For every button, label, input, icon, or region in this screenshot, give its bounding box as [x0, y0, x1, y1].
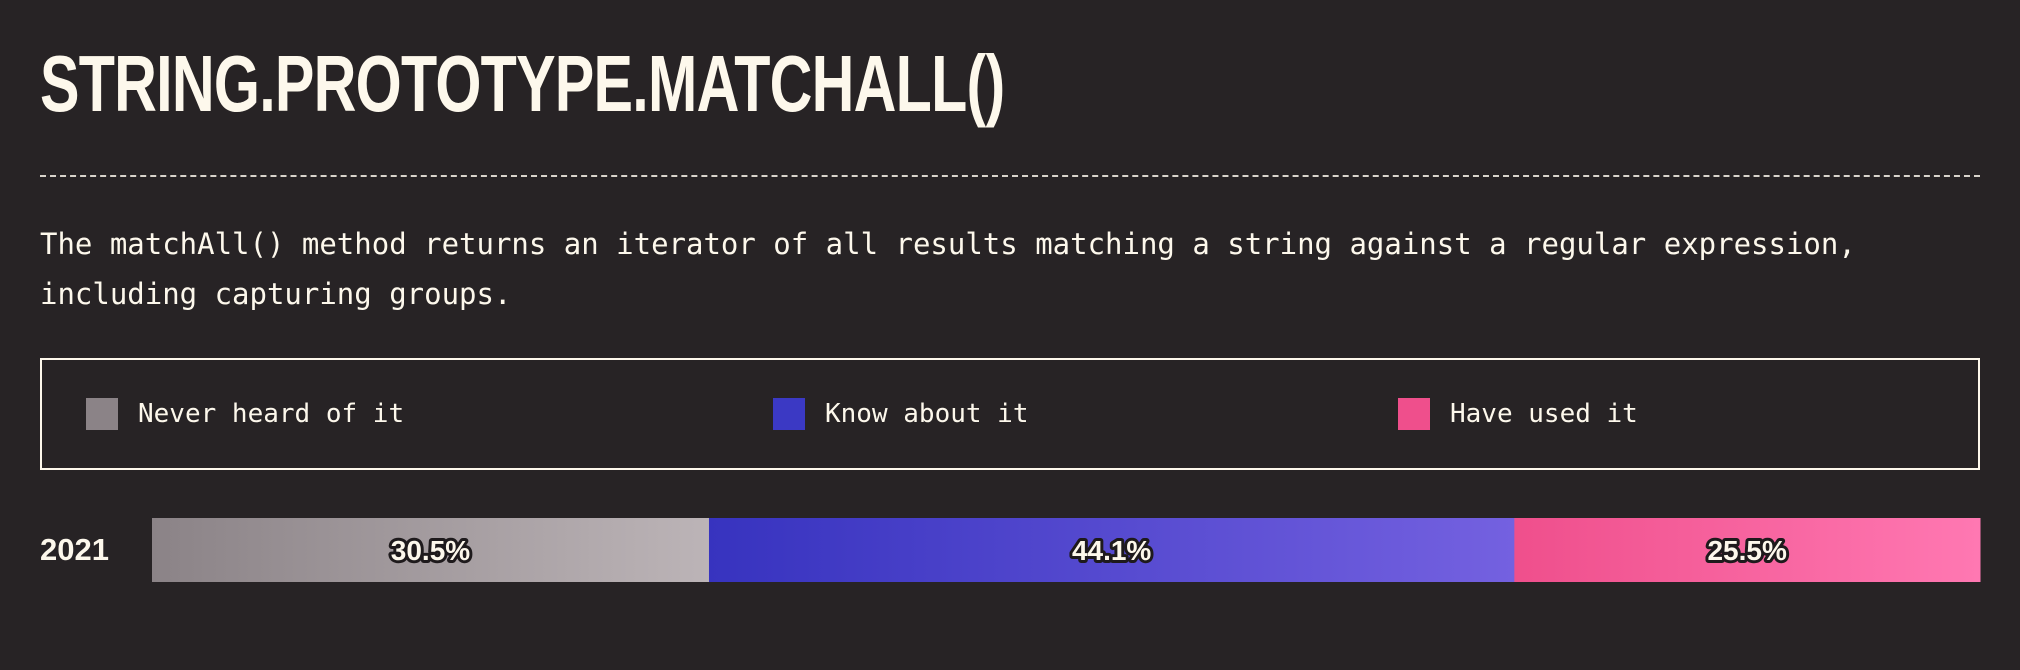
year-label: 2021	[40, 532, 109, 567]
legend-label-never-heard: Never heard of it	[138, 399, 405, 429]
page-title: STRING.PROTOTYPE.MATCHALL()	[40, 39, 1005, 128]
legend-swatch-never-heard	[86, 398, 118, 430]
bar-label-know-about-it: 44.1%	[1072, 535, 1151, 566]
stacked-bar-chart: 30.5% 44.1% 25.5%	[152, 518, 1981, 582]
bar-label-never-heard-of-it: 30.5%	[391, 535, 470, 566]
legend-item-have-used[interactable]: Have used it	[1398, 398, 1638, 430]
dashed-divider	[40, 175, 1980, 177]
chart-legend: Never heard of it Know about it Have use…	[40, 358, 1980, 470]
bar-label-have-used-it: 25.5%	[1707, 535, 1786, 566]
feature-description: The matchAll() method returns an iterato…	[40, 227, 1856, 311]
legend-label-have-used: Have used it	[1450, 399, 1638, 429]
legend-label-know-about: Know about it	[825, 399, 1029, 429]
legend-swatch-have-used	[1398, 398, 1430, 430]
legend-item-never-heard[interactable]: Never heard of it	[86, 398, 404, 430]
legend-item-know-about[interactable]: Know about it	[773, 398, 1029, 430]
legend-swatch-know-about	[773, 398, 805, 430]
